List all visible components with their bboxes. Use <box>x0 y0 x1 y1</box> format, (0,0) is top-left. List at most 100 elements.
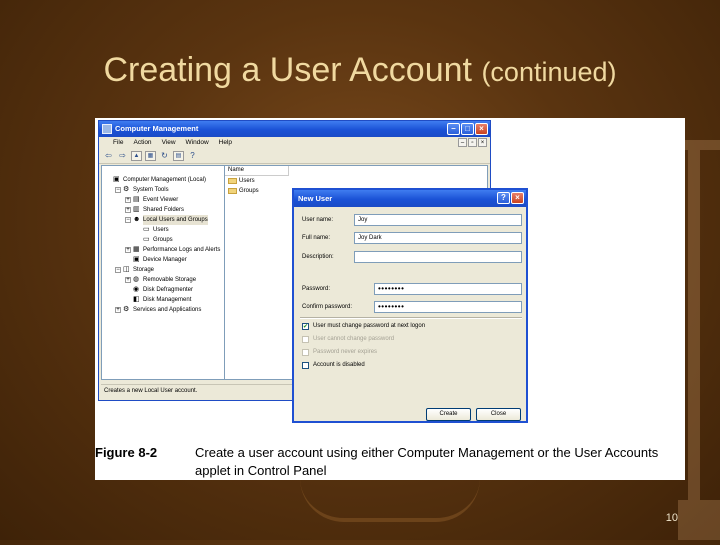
tree-item-label: Storage <box>133 267 155 273</box>
tree-item[interactable]: − ☻ Local Users and Groups <box>102 215 224 225</box>
checkbox-box[interactable]: ✔ <box>302 323 309 330</box>
disk-management-icon: ◧ <box>133 296 140 303</box>
checkbox-box[interactable] <box>302 362 309 369</box>
export-list-icon[interactable]: ▤ <box>173 151 184 161</box>
dialog-help-button[interactable]: ? <box>497 192 510 204</box>
page-number: 10 <box>665 512 678 524</box>
forward-icon[interactable]: ⇨ <box>117 151 128 161</box>
child-close-button[interactable]: × <box>478 138 487 147</box>
close-button[interactable]: × <box>475 123 488 135</box>
performance-icon: ▦ <box>133 246 140 253</box>
tree-item[interactable]: + ▤ Event Viewer <box>102 195 224 205</box>
figure-screenshot: Computer Management – □ × File Action Vi… <box>95 118 685 480</box>
confirm-password-field[interactable]: •••••••• <box>374 301 522 313</box>
tree-item[interactable]: + ▦ Performance Logs and Alerts <box>102 245 224 255</box>
slide-title-main: Creating a User Account <box>103 51 472 89</box>
tree-item[interactable]: ▣ Device Manager <box>102 255 224 265</box>
tree-item-label: Device Manager <box>143 257 187 263</box>
description-field[interactable] <box>354 251 522 263</box>
console-tree: ▣ Computer Management (Local) − ⚙ System Too… <box>101 165 225 380</box>
expand-icon[interactable]: + <box>125 277 131 283</box>
up-level-icon[interactable]: ▲ <box>131 151 142 161</box>
expand-icon[interactable]: + <box>125 207 131 213</box>
slide-title: Creating a User Account (continued) <box>0 48 720 94</box>
menu-action[interactable]: Action <box>133 137 151 149</box>
full-name-label: Full name: <box>302 235 331 241</box>
collapse-icon[interactable]: − <box>125 217 131 223</box>
password-field[interactable]: •••••••• <box>374 283 522 295</box>
menu-window[interactable]: Window <box>186 137 209 149</box>
minimize-button[interactable]: – <box>447 123 460 135</box>
close-dialog-button[interactable]: Close <box>476 408 521 421</box>
column-header-name[interactable]: Name <box>225 166 289 176</box>
folder-icon: ▭ <box>143 236 150 243</box>
back-icon[interactable]: ⇦ <box>103 151 114 161</box>
child-minimize-button[interactable]: – <box>458 138 467 147</box>
checkbox-label: Account is disabled <box>313 362 365 368</box>
figure-label: Figure 8-2 <box>95 445 158 460</box>
cm-toolbar: ⇦ ⇨ ▲ ▦ ↻ ▤ ? <box>99 149 490 164</box>
tree-item[interactable]: ◉ Disk Defragmenter <box>102 285 224 295</box>
cm-title: Computer Management <box>115 124 199 133</box>
tree-item[interactable]: ▭ Users <box>102 225 224 235</box>
dialog-close-button[interactable]: × <box>511 192 524 204</box>
tools-icon: ⚙ <box>123 186 130 193</box>
tree-item[interactable]: + ⚙ Services and Applications <box>102 305 224 315</box>
tree-item-label: Shared Folders <box>143 207 185 213</box>
show-hide-tree-icon[interactable]: ▦ <box>145 151 156 161</box>
expand-icon[interactable]: + <box>125 247 131 253</box>
storage-icon: ◫ <box>123 266 130 273</box>
checkbox-box[interactable] <box>302 349 309 356</box>
collapse-icon[interactable]: − <box>115 187 121 193</box>
tree-item[interactable]: ▣ Computer Management (Local) <box>102 175 224 185</box>
menu-file[interactable]: File <box>113 137 123 149</box>
refresh-icon[interactable]: ↻ <box>159 151 170 161</box>
checkbox-label: User cannot change password <box>313 336 395 342</box>
maximize-button[interactable]: □ <box>461 123 474 135</box>
users-groups-icon: ☻ <box>133 216 141 223</box>
dialog-title-bar[interactable]: New User ? × <box>294 190 526 207</box>
checkbox-label: Password never expires <box>313 349 378 355</box>
tree-item[interactable]: ▭ Groups <box>102 235 224 245</box>
confirm-password-label: Confirm password: <box>302 304 353 310</box>
tree-item-label: Services and Applications <box>133 307 202 313</box>
user-name-label: User name: <box>302 217 334 223</box>
event-viewer-icon: ▤ <box>133 196 140 203</box>
user-name-field[interactable]: Joy <box>354 214 522 226</box>
expand-icon[interactable]: + <box>125 197 131 203</box>
device-manager-icon: ▣ <box>133 256 140 263</box>
computer-management-icon <box>102 124 112 134</box>
cm-menu-bar: File Action View Window Help – ▫ × <box>99 137 490 149</box>
shared-folders-icon: ▥ <box>133 206 140 213</box>
tree-item[interactable]: + ◍ Removable Storage <box>102 275 224 285</box>
checkbox-box[interactable] <box>302 336 309 343</box>
folder-icon <box>228 178 237 184</box>
collapse-icon[interactable]: − <box>115 267 121 273</box>
help-icon[interactable]: ? <box>187 151 198 161</box>
menu-help[interactable]: Help <box>219 137 232 149</box>
description-label: Description: <box>302 254 334 260</box>
tree-item[interactable]: − ⚙ System Tools <box>102 185 224 195</box>
expand-icon[interactable]: + <box>115 307 121 313</box>
child-restore-button[interactable]: ▫ <box>468 138 477 147</box>
tree-item-label: Performance Logs and Alerts <box>143 247 221 253</box>
tree-item[interactable]: + ▥ Shared Folders <box>102 205 224 215</box>
tree-item-label: Local Users and Groups <box>143 215 208 225</box>
menu-view[interactable]: View <box>162 137 176 149</box>
create-button[interactable]: Create <box>426 408 471 421</box>
tree-item-label: Removable Storage <box>143 277 197 283</box>
tree-header <box>102 166 224 175</box>
tree-item-label: Disk Defragmenter <box>143 287 194 293</box>
tree-item-label: Disk Management <box>143 297 192 303</box>
tree-item-label: System Tools <box>133 187 169 193</box>
dialog-title: New User <box>298 194 333 203</box>
tree-item[interactable]: − ◫ Storage <box>102 265 224 275</box>
list-item-users[interactable]: Users <box>225 176 487 186</box>
tree-item-label: Computer Management (Local) <box>123 177 207 183</box>
scale-pan-decoration <box>300 478 480 522</box>
cm-title-bar[interactable]: Computer Management – □ × <box>99 121 490 137</box>
password-label: Password: <box>302 286 331 292</box>
defrag-icon: ◉ <box>133 286 140 293</box>
full-name-field[interactable]: Joy Dark <box>354 232 522 244</box>
tree-item[interactable]: ◧ Disk Management <box>102 295 224 305</box>
